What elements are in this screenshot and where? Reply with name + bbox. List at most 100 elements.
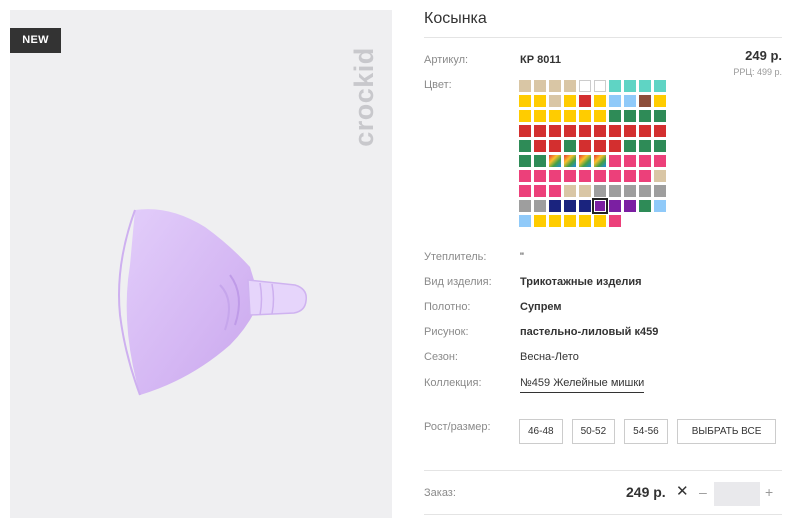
color-swatch[interactable] [549, 155, 561, 167]
color-swatch[interactable] [609, 125, 621, 137]
color-swatch[interactable] [639, 200, 651, 212]
color-swatch[interactable] [654, 200, 666, 212]
color-swatch[interactable] [654, 185, 666, 197]
color-swatch[interactable] [549, 185, 561, 197]
color-swatch[interactable] [594, 155, 606, 167]
color-swatch[interactable] [549, 80, 561, 92]
color-swatch[interactable] [609, 110, 621, 122]
color-swatch[interactable] [609, 200, 621, 212]
color-swatch[interactable] [534, 110, 546, 122]
color-swatch[interactable] [624, 200, 636, 212]
color-swatch[interactable] [579, 185, 591, 197]
color-swatch[interactable] [609, 215, 621, 227]
color-swatch[interactable] [639, 140, 651, 152]
color-swatch[interactable] [519, 95, 531, 107]
color-swatch[interactable] [594, 140, 606, 152]
color-swatch[interactable] [519, 155, 531, 167]
color-swatch[interactable] [609, 155, 621, 167]
color-swatch[interactable] [519, 215, 531, 227]
color-swatch[interactable] [579, 155, 591, 167]
color-swatch[interactable] [564, 80, 576, 92]
color-swatch[interactable] [654, 170, 666, 182]
color-swatch[interactable] [519, 185, 531, 197]
select-all-sizes-button[interactable]: ВЫБРАТЬ ВСЕ [676, 419, 777, 444]
color-swatch[interactable] [624, 110, 636, 122]
color-swatch[interactable] [549, 110, 561, 122]
color-swatch[interactable] [639, 110, 651, 122]
color-swatch[interactable] [549, 215, 561, 227]
color-swatch[interactable] [624, 170, 636, 182]
color-swatch[interactable] [519, 110, 531, 122]
color-swatch[interactable] [594, 185, 606, 197]
color-swatch[interactable] [579, 110, 591, 122]
color-swatch[interactable] [564, 125, 576, 137]
color-swatch[interactable] [639, 185, 651, 197]
color-swatch[interactable] [564, 110, 576, 122]
color-swatch[interactable] [534, 185, 546, 197]
color-swatch[interactable] [564, 215, 576, 227]
color-swatch[interactable] [594, 80, 606, 92]
color-swatch[interactable] [549, 140, 561, 152]
increase-quantity-button[interactable]: + [765, 484, 773, 500]
color-swatch[interactable] [624, 125, 636, 137]
color-swatch[interactable] [624, 80, 636, 92]
color-swatch[interactable] [534, 215, 546, 227]
color-swatch[interactable] [534, 200, 546, 212]
color-swatch[interactable] [519, 140, 531, 152]
color-swatch[interactable] [564, 200, 576, 212]
color-swatch[interactable] [654, 80, 666, 92]
collection-link[interactable]: №459 Желейные мишки [520, 377, 645, 393]
color-swatch[interactable] [654, 95, 666, 107]
color-swatch[interactable] [519, 125, 531, 137]
color-swatch[interactable] [549, 200, 561, 212]
decrease-quantity-button[interactable]: – [699, 484, 707, 500]
color-swatch[interactable] [534, 140, 546, 152]
color-swatch[interactable] [534, 155, 546, 167]
color-swatch[interactable] [609, 80, 621, 92]
color-swatch[interactable] [639, 80, 651, 92]
color-swatch[interactable] [534, 95, 546, 107]
quantity-input[interactable] [714, 482, 760, 506]
color-swatch[interactable] [639, 95, 651, 107]
color-swatch[interactable] [579, 215, 591, 227]
color-swatch[interactable] [564, 170, 576, 182]
color-swatch[interactable] [519, 200, 531, 212]
color-swatch[interactable] [534, 170, 546, 182]
size-option-54-56[interactable]: 54-56 [624, 419, 668, 444]
size-option-46-48[interactable]: 46-48 [519, 419, 563, 444]
color-swatch[interactable] [654, 140, 666, 152]
color-swatch[interactable] [579, 95, 591, 107]
color-swatch[interactable] [579, 125, 591, 137]
color-swatch[interactable] [592, 198, 608, 214]
color-swatch[interactable] [594, 110, 606, 122]
color-swatch[interactable] [609, 185, 621, 197]
color-swatch[interactable] [594, 215, 606, 227]
color-swatch[interactable] [639, 170, 651, 182]
color-swatch[interactable] [654, 155, 666, 167]
color-swatch[interactable] [639, 125, 651, 137]
color-swatch[interactable] [564, 95, 576, 107]
color-swatch[interactable] [639, 155, 651, 167]
color-swatch[interactable] [579, 140, 591, 152]
color-swatch[interactable] [624, 185, 636, 197]
color-swatch[interactable] [564, 140, 576, 152]
color-swatch[interactable] [594, 170, 606, 182]
color-swatch[interactable] [579, 170, 591, 182]
color-swatch[interactable] [609, 140, 621, 152]
color-swatch[interactable] [624, 140, 636, 152]
color-swatch[interactable] [564, 185, 576, 197]
color-swatch[interactable] [549, 95, 561, 107]
color-swatch[interactable] [549, 125, 561, 137]
size-option-50-52[interactable]: 50-52 [571, 419, 616, 444]
color-swatch[interactable] [624, 155, 636, 167]
close-icon[interactable]: ✕ [676, 482, 689, 500]
color-swatch[interactable] [549, 170, 561, 182]
color-swatch[interactable] [609, 170, 621, 182]
color-swatch[interactable] [579, 80, 591, 92]
color-swatch[interactable] [609, 95, 621, 107]
color-swatch[interactable] [654, 110, 666, 122]
color-swatch[interactable] [594, 125, 606, 137]
color-swatch[interactable] [519, 80, 531, 92]
color-swatch[interactable] [579, 200, 591, 212]
color-swatch[interactable] [624, 95, 636, 107]
